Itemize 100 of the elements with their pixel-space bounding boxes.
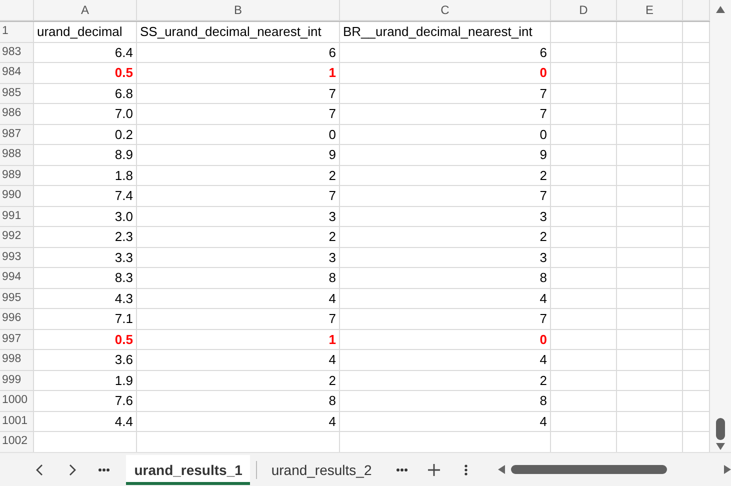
- row-header[interactable]: 995: [0, 288, 34, 309]
- table-cell: BR__urand_decimal_nearest_int: [340, 22, 551, 42]
- row-header[interactable]: 1: [0, 22, 34, 42]
- row-header[interactable]: 992: [0, 227, 34, 248]
- table-cell: 4: [137, 412, 340, 432]
- row-header[interactable]: 1002: [0, 432, 34, 452]
- column-header[interactable]: E: [617, 0, 683, 21]
- table-cell: 2: [137, 227, 340, 248]
- sheet-tab[interactable]: urand_results_1: [126, 454, 250, 484]
- table-cell: 1: [137, 330, 340, 350]
- row-header[interactable]: 990: [0, 186, 34, 206]
- table-cell: 4: [340, 350, 551, 370]
- table-cell: 7.6: [34, 391, 137, 412]
- table-cell: [617, 84, 683, 104]
- row-header[interactable]: 1000: [0, 391, 34, 412]
- table-cell: 0.5: [34, 63, 137, 84]
- table-cell: 8: [137, 268, 340, 288]
- table-cell: 7: [137, 309, 340, 330]
- row-header[interactable]: 993: [0, 248, 34, 268]
- row-header[interactable]: 994: [0, 268, 34, 288]
- row-header[interactable]: 987: [0, 124, 34, 145]
- scrollbar-thumb[interactable]: [716, 418, 725, 440]
- table-cell: 1.8: [34, 166, 137, 186]
- table-cell: [551, 350, 617, 370]
- table-cell: [617, 412, 683, 432]
- table-cell: [551, 227, 617, 248]
- table-cell: 3: [137, 248, 340, 268]
- table-cell: 3.0: [34, 206, 137, 227]
- column-header[interactable]: D: [551, 0, 617, 21]
- plus-icon[interactable]: [428, 464, 440, 476]
- row-header[interactable]: 986: [0, 104, 34, 124]
- scroll-left-icon[interactable]: [498, 465, 505, 474]
- scrollbar-thumb[interactable]: [510, 465, 667, 474]
- row-header[interactable]: 988: [0, 145, 34, 166]
- table-cell: [551, 268, 617, 288]
- table-cell: 3: [137, 206, 340, 227]
- table-cell: 7: [137, 104, 340, 124]
- table-cell: [551, 186, 617, 206]
- table-cell: urand_decimal: [34, 22, 137, 42]
- table-cell: [551, 104, 617, 124]
- table-cell: 7.4: [34, 186, 137, 206]
- table-cell: 3.6: [34, 350, 137, 370]
- table-cell: 8.3: [34, 268, 137, 288]
- table-cell: 4: [340, 412, 551, 432]
- row-header[interactable]: 999: [0, 370, 34, 391]
- row-header[interactable]: 989: [0, 166, 34, 186]
- table-cell: 4: [137, 350, 340, 370]
- table-cell: 3: [340, 248, 551, 268]
- table-cell: [617, 42, 683, 63]
- table-cell: [617, 104, 683, 124]
- table-cell: 1.9: [34, 370, 137, 391]
- table-cell: 8: [340, 268, 551, 288]
- row-header[interactable]: 1001: [0, 412, 34, 432]
- table-cell: 7: [137, 84, 340, 104]
- table-cell: 4.4: [34, 412, 137, 432]
- table-cell: 6.8: [34, 84, 137, 104]
- row-header[interactable]: 985: [0, 84, 34, 104]
- table-cell: [617, 186, 683, 206]
- table-cell: 6: [137, 42, 340, 63]
- table-cell: [617, 22, 683, 42]
- row-header[interactable]: 991: [0, 206, 34, 227]
- table-cell: 0: [340, 330, 551, 350]
- table-cell: 7: [340, 104, 551, 124]
- row-header[interactable]: 983: [0, 42, 34, 63]
- column-header[interactable]: C: [340, 0, 551, 21]
- table-cell: [551, 22, 617, 42]
- table-cell: 3.3: [34, 248, 137, 268]
- scroll-down-icon[interactable]: [716, 443, 725, 450]
- table-cell: 8: [340, 391, 551, 412]
- table-cell: 7.0: [34, 104, 137, 124]
- table-cell: [617, 288, 683, 309]
- table-cell: [617, 370, 683, 391]
- column-header[interactable]: A: [34, 0, 137, 21]
- table-cell: [551, 309, 617, 330]
- table-cell: 0.2: [34, 124, 137, 145]
- table-cell: [617, 248, 683, 268]
- table-cell: [617, 350, 683, 370]
- row-header[interactable]: 984: [0, 63, 34, 84]
- table-cell: [551, 370, 617, 391]
- table-cell: 6.4: [34, 42, 137, 63]
- table-cell: 4.3: [34, 288, 137, 309]
- row-header[interactable]: 998: [0, 350, 34, 370]
- table-cell: 9: [137, 145, 340, 166]
- table-cell: [551, 391, 617, 412]
- table-cell: [617, 391, 683, 412]
- table-cell: [551, 145, 617, 166]
- table-cell: [551, 84, 617, 104]
- table-cell: [617, 206, 683, 227]
- sheet-tab[interactable]: urand_results_2: [263, 454, 380, 484]
- row-header[interactable]: 997: [0, 330, 34, 350]
- row-header[interactable]: 996: [0, 309, 34, 330]
- table-cell: [551, 288, 617, 309]
- column-header[interactable]: B: [137, 0, 340, 21]
- table-cell: 8.9: [34, 145, 137, 166]
- scroll-right-icon[interactable]: [724, 465, 731, 474]
- table-cell: 2: [340, 227, 551, 248]
- table-cell: [551, 330, 617, 350]
- table-cell: 0: [340, 124, 551, 145]
- table-cell: 4: [340, 288, 551, 309]
- scroll-up-icon[interactable]: [716, 6, 725, 13]
